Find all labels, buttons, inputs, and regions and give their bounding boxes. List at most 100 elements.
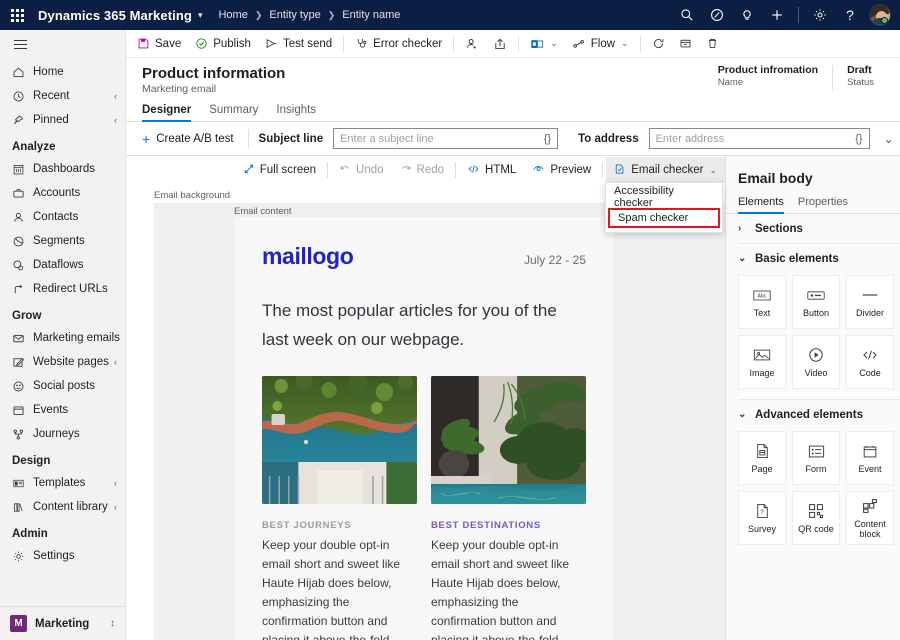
header-field-name: Product infromation Name xyxy=(704,64,832,88)
share-button[interactable] xyxy=(486,31,514,57)
section-sections[interactable]: › Sections xyxy=(726,214,900,243)
breadcrumb-item-home[interactable]: Home xyxy=(218,9,247,21)
section-advanced-elements[interactable]: ⌄ Advanced elements xyxy=(726,400,900,429)
element-qr-code[interactable]: QR code xyxy=(792,491,840,545)
hamburger-menu-icon[interactable] xyxy=(0,30,125,58)
publish-button[interactable]: Publish xyxy=(188,31,258,57)
presence-indicator xyxy=(881,17,888,24)
chevron-down-icon[interactable]: ⌄ xyxy=(709,165,717,176)
tab-designer[interactable]: Designer xyxy=(142,104,191,121)
email-content-block[interactable]: maillogo July 22 - 25 The most popular a… xyxy=(234,217,614,640)
save-button[interactable]: Save xyxy=(130,31,188,57)
chevron-down-icon[interactable]: ⌄ xyxy=(621,38,629,49)
sidebar-item-label: Journeys xyxy=(33,428,80,440)
email-checker-button[interactable]: Email checker ⌄ xyxy=(606,157,725,183)
html-button[interactable]: HTML xyxy=(459,157,524,183)
area-badge: M xyxy=(10,615,27,632)
sidebar-item-pinned[interactable]: Pinned ‹ xyxy=(0,108,125,132)
sidebar-item-dataflows[interactable]: Dataflows xyxy=(0,253,125,277)
app-title[interactable]: Dynamics 365 Marketing xyxy=(38,8,192,23)
sidebar-item-recent[interactable]: Recent ‹ xyxy=(0,84,125,108)
chevron-down-icon[interactable]: ▾ xyxy=(198,10,203,21)
breadcrumb-item-entity-type[interactable]: Entity type xyxy=(269,9,320,21)
chevron-down-icon[interactable]: ⌄ xyxy=(550,38,558,49)
email-headline[interactable]: The most popular articles for you of the… xyxy=(262,296,586,354)
subject-line-input[interactable]: Enter a subject line {} xyxy=(333,128,558,149)
full-screen-button[interactable]: Full screen xyxy=(235,157,324,183)
tab-summary[interactable]: Summary xyxy=(209,104,258,121)
app-launcher-icon[interactable] xyxy=(0,0,34,30)
plus-icon[interactable] xyxy=(763,0,791,30)
sidebar-item-redirect-urls[interactable]: Redirect URLs xyxy=(0,277,125,301)
tab-properties[interactable]: Properties xyxy=(798,196,848,213)
element-text[interactable]: Abc Text xyxy=(738,275,786,329)
chevron-left-icon[interactable]: ‹ xyxy=(114,115,117,125)
section-basic-elements[interactable]: ⌄ Basic elements xyxy=(726,244,900,273)
refresh-button[interactable] xyxy=(645,31,672,57)
delete-button[interactable] xyxy=(699,31,726,57)
element-form[interactable]: Form xyxy=(792,431,840,485)
element-code[interactable]: Code xyxy=(846,335,894,389)
area-switcher[interactable]: M Marketing ↕ xyxy=(0,606,125,640)
tropical-garden-pool-photo[interactable] xyxy=(431,376,586,504)
lightbulb-icon[interactable] xyxy=(733,0,761,30)
email-background[interactable]: Email content maillogo July 22 - 25 The … xyxy=(154,203,725,640)
search-icon[interactable] xyxy=(673,0,701,30)
tab-elements[interactable]: Elements xyxy=(738,196,784,213)
element-page[interactable]: Page xyxy=(738,431,786,485)
assign-button[interactable] xyxy=(458,31,486,57)
sidebar-item-segments[interactable]: Segments xyxy=(0,229,125,253)
personalization-braces-icon[interactable]: {} xyxy=(544,133,551,145)
avatar[interactable] xyxy=(869,4,891,26)
element-event[interactable]: Event xyxy=(846,431,894,485)
sidebar-item-settings[interactable]: Settings xyxy=(0,544,125,568)
sidebar-item-journeys[interactable]: Journeys xyxy=(0,422,125,446)
sidebar-item-home[interactable]: Home xyxy=(0,60,125,84)
menu-item-accessibility-checker[interactable]: Accessibility checker xyxy=(606,186,722,207)
archive-button[interactable] xyxy=(672,31,699,57)
breadcrumb-item-entity-name[interactable]: Entity name xyxy=(342,9,400,21)
menu-item-spam-checker[interactable]: Spam checker xyxy=(608,208,720,228)
element-image[interactable]: Image xyxy=(738,335,786,389)
undo-button[interactable]: Undo xyxy=(331,157,392,183)
to-address-input[interactable]: Enter address {} xyxy=(649,128,870,149)
tab-insights[interactable]: Insights xyxy=(276,104,316,121)
page-subtitle: Marketing email xyxy=(142,83,285,96)
error-checker-button[interactable]: Error checker xyxy=(348,31,449,57)
preview-button[interactable]: Preview xyxy=(524,157,599,183)
chevron-left-icon[interactable]: ‹ xyxy=(114,357,117,367)
test-send-button[interactable]: Test send xyxy=(258,31,339,57)
aerial-pool-photo[interactable] xyxy=(262,376,417,504)
assistant-icon[interactable] xyxy=(703,0,731,30)
element-survey[interactable]: ? Survey xyxy=(738,491,786,545)
element-divider[interactable]: Divider xyxy=(846,275,894,329)
personalization-braces-icon[interactable]: {} xyxy=(855,133,862,145)
element-label: Form xyxy=(806,464,827,474)
chevron-left-icon[interactable]: ‹ xyxy=(114,91,117,101)
element-button[interactable]: Button xyxy=(792,275,840,329)
redo-button[interactable]: Redo xyxy=(392,157,453,183)
element-content-block[interactable]: Content block xyxy=(846,491,894,545)
outlook-button[interactable]: ⌄ xyxy=(523,31,565,57)
chevron-left-icon[interactable]: ‹ xyxy=(114,478,117,488)
command-bar: Save Publish Test send Error checker xyxy=(126,30,900,58)
create-ab-test-button[interactable]: + Create A/B test xyxy=(132,133,244,145)
element-video[interactable]: Video xyxy=(792,335,840,389)
flow-button[interactable]: Flow ⌄ xyxy=(565,31,636,57)
email-text-column[interactable]: BEST JOURNEYS Keep your double opt-in em… xyxy=(262,520,417,640)
gear-icon[interactable] xyxy=(806,0,834,30)
email-text-column[interactable]: BEST DESTINATIONS Keep your double opt-i… xyxy=(431,520,586,640)
sidebar-item-contacts[interactable]: Contacts xyxy=(0,205,125,229)
expand-header-chevron-icon[interactable]: ⌄ xyxy=(878,132,900,146)
help-icon[interactable]: ? xyxy=(836,0,864,30)
sidebar-item-templates[interactable]: Templates ‹ xyxy=(0,471,125,495)
sidebar-item-website-pages[interactable]: Website pages ‹ xyxy=(0,350,125,374)
sidebar-item-accounts[interactable]: Accounts xyxy=(0,181,125,205)
sidebar-item-content-library[interactable]: Content library ‹ xyxy=(0,495,125,519)
chevron-updown-icon[interactable]: ↕ xyxy=(110,618,115,629)
chevron-left-icon[interactable]: ‹ xyxy=(114,502,117,512)
sidebar-item-events[interactable]: Events xyxy=(0,398,125,422)
sidebar-item-dashboards[interactable]: Dashboards xyxy=(0,157,125,181)
sidebar-item-social-posts[interactable]: Social posts xyxy=(0,374,125,398)
sidebar-item-marketing-emails[interactable]: Marketing emails xyxy=(0,326,125,350)
